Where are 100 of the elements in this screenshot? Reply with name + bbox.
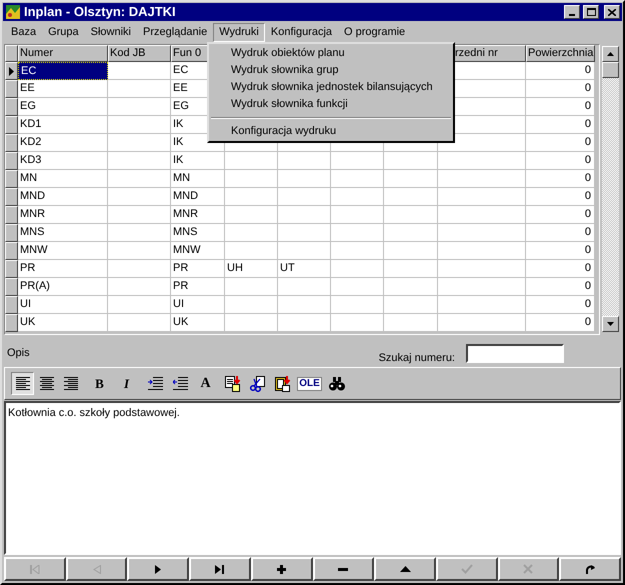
table-cell: PR	[171, 278, 225, 296]
table-cell	[331, 278, 384, 296]
menu-item[interactable]: Słowniki	[84, 22, 138, 42]
table-cell	[331, 152, 384, 170]
up-triangle-icon	[400, 566, 411, 572]
row-indicator[interactable]	[5, 80, 18, 98]
row-indicator[interactable]	[5, 62, 18, 80]
row-indicator[interactable]	[5, 224, 18, 242]
maximize-button[interactable]	[583, 5, 599, 19]
scroll-down-button[interactable]	[602, 316, 619, 332]
minimize-icon	[569, 14, 575, 16]
last-record-button[interactable]	[189, 557, 251, 581]
table-cell	[384, 170, 438, 188]
table-cell	[331, 314, 384, 332]
x-mark-icon	[523, 564, 534, 574]
menu-item[interactable]: Grupa	[42, 22, 85, 42]
insert-record-button[interactable]	[250, 557, 313, 581]
edit-record-button[interactable]	[374, 557, 436, 581]
table-cell: MNS	[18, 224, 108, 242]
skip-forward-icon	[214, 564, 225, 574]
table-cell: EG	[18, 98, 108, 116]
memo-text: Kotłownia c.o. szkoły podstawowej.	[8, 407, 180, 419]
align-left-icon	[16, 377, 30, 390]
minimize-button[interactable]	[564, 5, 580, 19]
column-header[interactable]: Powierzchnia	[526, 45, 595, 62]
table-cell	[384, 242, 438, 260]
search-field[interactable]	[466, 344, 564, 363]
up-arrow-icon	[607, 52, 614, 56]
table-cell: MND	[18, 188, 108, 206]
row-indicator[interactable]	[5, 98, 18, 116]
row-indicator[interactable]	[5, 116, 18, 134]
table-cell: 0	[526, 296, 595, 314]
column-header[interactable]: Kod JB	[108, 45, 171, 62]
check-icon	[460, 564, 473, 574]
align-left-button[interactable]	[11, 372, 34, 395]
table-cell: 0	[526, 188, 595, 206]
table-cell	[278, 296, 331, 314]
next-record-button[interactable]	[127, 557, 190, 581]
table-cell	[331, 206, 384, 224]
menu-item[interactable]: Konfiguracja	[264, 22, 338, 42]
table-cell	[384, 314, 438, 332]
scrollbar[interactable]	[602, 46, 619, 332]
table-cell: 0	[526, 260, 595, 278]
table-cell	[331, 242, 384, 260]
table-cell	[108, 80, 171, 98]
table-cell	[108, 98, 171, 116]
scroll-up-button[interactable]	[602, 46, 619, 62]
table-cell: KD2	[18, 134, 108, 152]
table-cell	[108, 134, 171, 152]
table-cell	[108, 152, 171, 170]
close-button[interactable]	[604, 5, 620, 19]
row-indicator[interactable]	[5, 170, 18, 188]
row-indicator[interactable]	[5, 206, 18, 224]
table-cell: 0	[526, 314, 595, 332]
row-indicator[interactable]	[5, 134, 18, 152]
pointer-icon	[9, 66, 14, 76]
italic-button[interactable]: I	[115, 372, 138, 395]
row-indicator[interactable]	[5, 278, 18, 296]
font-button[interactable]: A	[194, 372, 217, 395]
table-cell	[225, 278, 278, 296]
align-center-icon	[40, 377, 54, 390]
row-indicator[interactable]	[5, 296, 18, 314]
delete-record-button[interactable]	[312, 557, 374, 581]
scroll-thumb[interactable]	[602, 62, 619, 78]
table-cell: 0	[526, 242, 595, 260]
menu-item[interactable]: Baza	[5, 22, 42, 42]
indent-icon	[148, 377, 163, 390]
bold-button[interactable]: B	[88, 372, 111, 395]
down-arrow-icon	[607, 322, 614, 326]
table-cell: KD3	[18, 152, 108, 170]
table-cell: PR	[18, 260, 108, 278]
ole-icon: OLE	[297, 376, 322, 390]
menu-item[interactable]: Przeglądanie	[137, 22, 214, 42]
table-cell	[331, 260, 384, 278]
row-indicator[interactable]	[5, 260, 18, 278]
table-cell	[225, 188, 278, 206]
menu-item[interactable]: Wydruki	[213, 22, 265, 42]
table-cell: KD1	[18, 116, 108, 134]
table-cell	[278, 152, 331, 170]
row-indicator[interactable]	[5, 188, 18, 206]
row-indicator[interactable]	[5, 152, 18, 170]
bold-icon: B	[95, 374, 104, 394]
table-cell	[278, 224, 331, 242]
italic-icon: I	[124, 374, 130, 394]
table-cell: IK	[171, 152, 225, 170]
table-cell	[278, 170, 331, 188]
refresh-record-button[interactable]	[559, 557, 622, 581]
app-icon[interactable]	[5, 4, 21, 20]
row-indicator[interactable]	[5, 242, 18, 260]
table-cell	[384, 278, 438, 296]
menu-item[interactable]: O programie	[338, 22, 412, 42]
plus-icon	[277, 564, 286, 574]
column-header[interactable]: Numer	[18, 45, 108, 62]
memo-field[interactable]: Kotłownia c.o. szkoły podstawowej.	[4, 401, 621, 555]
table-cell	[225, 314, 278, 332]
ole-button[interactable]: OLE	[298, 372, 321, 395]
table-cell	[278, 206, 331, 224]
row-indicator[interactable]	[5, 314, 18, 332]
table-cell: MN	[18, 170, 108, 188]
table-cell: PR	[171, 260, 225, 278]
